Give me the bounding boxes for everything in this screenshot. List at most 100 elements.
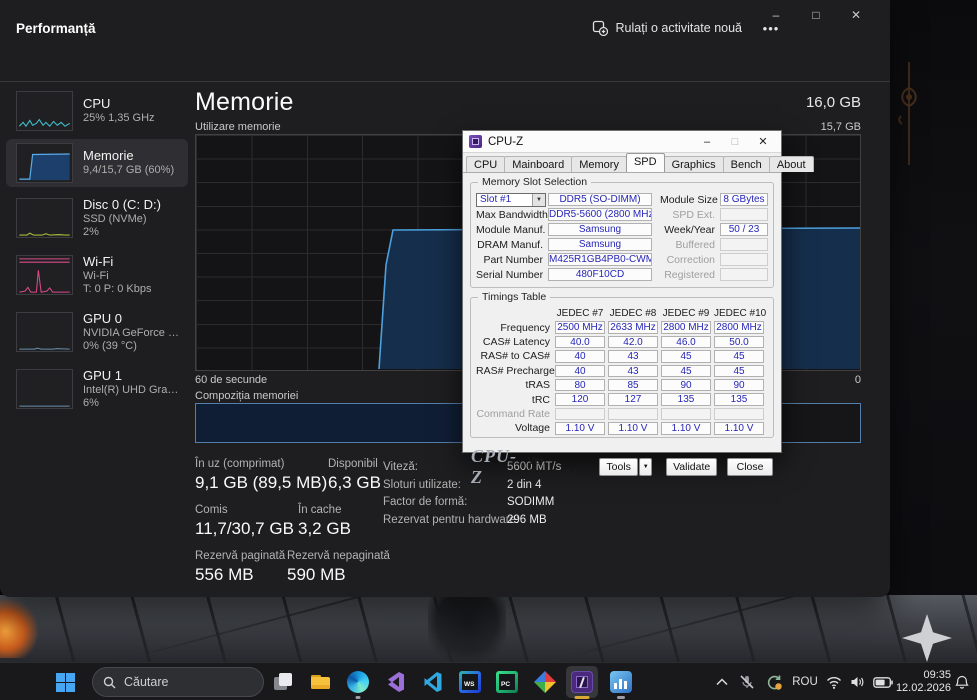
sidebar-sublabel: SSD (NVMe) [83,212,147,225]
timings-row-label: RAS# to CAS# [480,350,550,363]
timings-column-header: JEDEC #10 [714,307,767,319]
cpuz-titlebar[interactable]: CPU-Z – □ ✕ [463,131,781,153]
sync-tray-button[interactable] [760,663,788,700]
cpuz-footer: CPU-Z Ver. 2.14.0.x64 Tools ▼ Validate C… [463,438,781,488]
tools-button[interactable]: Tools [599,458,639,476]
timings-cell: 80 [555,378,605,392]
pinwheel-app-button[interactable] [528,663,562,700]
slot-field-label: Buffered [675,238,715,251]
mic-muted-tray-button[interactable] [734,663,760,700]
cpuz-minimize-button[interactable]: – [693,133,721,151]
timings-group-legend: Timings Table [478,291,551,303]
webstorm-button[interactable]: WS [453,663,487,700]
sidebar-sublabel: NVIDIA GeForce RTX... [83,326,182,339]
cpuz-tab-about[interactable]: About [768,156,814,172]
sidebar-item-disk[interactable]: Disc 0 (C: D:) SSD (NVMe) 2% [6,192,188,244]
close-button-cpuz[interactable]: Close [727,458,773,476]
timings-row-label: Command Rate [476,407,550,420]
visual-studio-button[interactable] [378,663,412,700]
timings-cell: 45 [661,364,711,377]
chevron-up-icon [716,678,728,686]
cpuz-timings-grid: JEDEC #7 JEDEC #8 JEDEC #9 JEDEC #10 Frequen… [471,298,773,441]
chevron-down-icon[interactable]: ▼ [532,193,545,206]
slot-field-value [720,238,768,251]
memory-thumbnail-chart [16,143,73,183]
sidebar-item-gpu1[interactable]: GPU 1 Intel(R) UHD Graphics 6% [6,363,188,415]
stat-label: Rezervă nepaginată [287,550,390,562]
cpuz-tab-mainboard[interactable]: Mainboard [504,156,573,172]
start-button[interactable] [48,663,82,700]
file-explorer-icon [310,675,330,689]
visual-studio-icon [388,672,404,692]
file-explorer-button[interactable] [303,663,337,700]
sidebar-sublabel: 0% (39 °C) [83,340,137,352]
timings-cell: 1.10 V [714,422,764,435]
timings-cell: 45 [661,350,711,363]
cpuz-tab-memory[interactable]: Memory [571,156,627,172]
timings-row-label: tRC [531,393,550,406]
page-title: Performanță [16,21,96,36]
taskbar-clock[interactable]: 09:35 12.02.2026 [885,663,951,700]
timings-cell: 2800 MHz [714,321,764,334]
timings-cell: 90 [714,378,764,392]
timings-cell: 2800 MHz [661,321,711,334]
cpuz-tab-cpu[interactable]: CPU [466,156,506,172]
sidebar-item-gpu0[interactable]: GPU 0 NVIDIA GeForce RTX... 0% (39 °C) [6,306,188,358]
search-placeholder: Căutare [124,675,169,689]
cpuz-tab-bench[interactable]: Bench [722,156,770,172]
sync-icon [767,675,782,690]
cpuz-version: Ver. 2.14.0.x64 [527,455,577,479]
detail-label: Rezervat pentru hardware: [383,513,520,526]
timings-row: CAS# Latency 40.0 42.0 46.0 50.0 [476,335,768,349]
chart-zero-label: 0 [854,374,861,386]
language-indicator[interactable]: ROU [788,663,822,700]
sidebar-item-memory[interactable]: Memorie 9,4/15,7 GB (60%) [6,139,188,187]
task-view-icon [274,673,292,690]
task-manager-icon [610,671,632,693]
cpuz-app-icon [469,135,482,148]
cpuz-maximize-button: □ [731,135,739,148]
cpuz-close-button[interactable]: ✕ [749,133,777,151]
cpuz-tab-spd[interactable]: SPD [625,153,665,172]
tray-chevron-button[interactable] [710,663,734,700]
sidebar-item-wifi[interactable]: Wi-Fi Wi-Fi T: 0 P: 0 Kbps [6,249,188,301]
sidebar-label: Disc 0 (C: D:) [83,196,161,212]
wifi-tray-button[interactable] [822,663,846,700]
timings-cell: 43 [608,364,658,377]
cpuz-taskbar-button[interactable] [566,666,598,699]
notification-bell-button[interactable] [951,663,973,700]
detail-value: SODIMM [507,496,555,508]
slot-row: Max Bandwidth DDR5-5600 (2800 MHz) SPD Ext… [476,207,768,222]
screen: – □ ✕ Performanță Rulați o activitate no… [0,0,977,700]
slot-field-label: Part Number [483,253,543,266]
cpuz-active-indicator [574,696,590,699]
gpu1-thumbnail-chart [16,369,73,409]
task-manager-taskbar-button[interactable] [604,663,638,700]
timings-cell: 40.0 [555,335,605,349]
memory-total: 16,0 GB [805,94,861,111]
clock-date: 12.02.2026 [895,682,951,694]
task-manager-running-indicator [617,696,625,699]
tools-dropdown-button[interactable]: ▼ [639,458,653,476]
memory-type-field: DDR5 (SO-DIMM) [548,193,652,206]
timings-cell: 135 [714,393,764,406]
pycharm-button[interactable]: PC [490,663,524,700]
edge-button[interactable] [341,663,375,700]
sidebar-item-cpu[interactable]: CPU 25% 1,35 GHz [6,88,188,134]
timings-row: RAS# Precharge 40 43 45 45 [476,364,768,378]
webstorm-icon: WS [459,671,481,693]
slot-select-combobox[interactable]: Slot #1 ▼ [476,192,546,207]
task-view-button[interactable] [266,663,300,700]
slot-field-label: Module Manuf. [476,223,546,236]
mic-muted-icon [740,675,754,689]
timings-cell: 90 [661,378,711,392]
sidebar-label: Wi-Fi [83,253,114,269]
clock-time: 09:35 [923,669,951,681]
cpuz-tab-graphics[interactable]: Graphics [663,156,724,172]
validate-button[interactable]: Validate [666,458,718,476]
vscode-button[interactable] [416,663,450,700]
slot-field-value: M425R1GB4PB0-CWMOD [548,253,652,266]
volume-tray-button[interactable] [845,663,869,700]
taskbar-search[interactable]: Căutare [92,663,264,700]
composition-label: Compoziția memoriei [195,390,299,402]
